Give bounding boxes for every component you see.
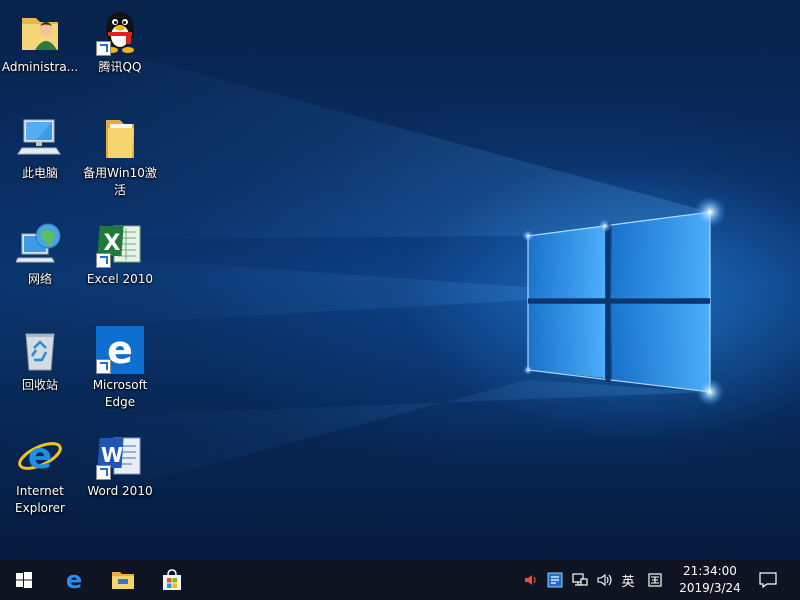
tray-app-icon xyxy=(547,572,563,588)
edge-icon: e xyxy=(66,568,82,592)
clock-date: 2019/3/24 xyxy=(679,581,741,595)
svg-text:e: e xyxy=(28,436,52,477)
volume-icon xyxy=(597,573,612,587)
edge-icon: e xyxy=(96,326,144,374)
desktop-icon-microsoft-edge[interactable]: e Microsoft Edge xyxy=(80,326,160,411)
desktop-icon-network[interactable]: 网络 xyxy=(0,220,80,288)
notification-icon xyxy=(759,572,777,588)
store-icon xyxy=(163,569,181,590)
taskbar-file-explorer-button[interactable] xyxy=(99,560,147,600)
desktop-icon-label: 此电脑 xyxy=(21,166,58,180)
internet-explorer-icon: e xyxy=(16,432,64,480)
file-explorer-icon xyxy=(112,572,134,589)
shortcut-arrow-icon xyxy=(96,465,111,480)
shortcut-arrow-icon xyxy=(96,41,111,56)
desktop-icon-word-2010[interactable]: W Word 2010 xyxy=(80,432,160,500)
desktop-icon-this-pc[interactable]: 此电脑 xyxy=(0,114,80,182)
desktop-icon-internet-explorer[interactable]: e Internet Explorer xyxy=(0,432,80,517)
network-icon xyxy=(15,220,64,268)
desktop-icon-label: 腾讯QQ xyxy=(98,60,142,74)
taskbar-store-button[interactable] xyxy=(148,560,196,600)
desktop-icon-label: Administra... xyxy=(1,60,79,74)
desktop-icon-recycle-bin[interactable]: 回收站 xyxy=(0,326,80,394)
qq-penguin-icon xyxy=(96,8,144,56)
desktop-icon-label: Microsoft Edge xyxy=(92,378,148,409)
tray-network-button[interactable] xyxy=(569,560,591,600)
shortcut-arrow-icon xyxy=(96,359,111,374)
svg-text:W: W xyxy=(101,443,123,467)
tray-volume-muted-button[interactable] xyxy=(520,560,542,600)
desktop-icon-label: 备用Win10激活 xyxy=(83,166,157,197)
desktop-icon-qq[interactable]: 腾讯QQ xyxy=(80,8,160,76)
ime-mode-icon xyxy=(648,573,662,587)
tray-volume-button[interactable] xyxy=(593,560,615,600)
excel-icon: X xyxy=(96,220,144,268)
desktop-icon-excel-2010[interactable]: X Excel 2010 xyxy=(80,220,160,288)
desktop[interactable]: Administra... 此电脑 网络 回收站 e Internet Expl… xyxy=(0,0,800,560)
tray-ime-language-button[interactable]: 英 xyxy=(617,560,639,600)
taskbar: e 英 21:34:00 2019/3/24 xyxy=(0,560,800,600)
desktop-icon-label: Word 2010 xyxy=(87,484,153,498)
tray-app-button[interactable] xyxy=(544,560,566,600)
computer-icon xyxy=(16,114,64,162)
user-folder-icon xyxy=(16,8,64,56)
desktop-icon-administrator[interactable]: Administra... xyxy=(0,8,80,76)
desktop-icon-label: 回收站 xyxy=(21,378,58,392)
folder-icon xyxy=(96,114,144,162)
desktop-icon-label: Excel 2010 xyxy=(86,272,154,286)
tray-ime-mode-button[interactable] xyxy=(644,560,666,600)
svg-text:e: e xyxy=(66,568,82,592)
network-icon xyxy=(572,573,588,586)
start-icon xyxy=(16,572,32,588)
desktop-icon-label: 网络 xyxy=(27,272,52,286)
clock-time: 21:34:00 xyxy=(683,564,737,578)
taskbar-clock[interactable]: 21:34:00 2019/3/24 xyxy=(672,560,748,600)
recycle-bin-icon xyxy=(16,326,64,374)
shortcut-arrow-icon xyxy=(96,253,111,268)
taskbar-edge-button[interactable]: e xyxy=(50,560,98,600)
start-button[interactable] xyxy=(0,560,48,600)
word-icon: W xyxy=(96,432,144,480)
action-center-button[interactable] xyxy=(752,560,784,600)
speaker-alert-icon xyxy=(525,575,536,585)
desktop-icon-win10-activation[interactable]: 备用Win10激活 xyxy=(80,114,160,199)
desktop-icon-label: Internet Explorer xyxy=(15,484,65,515)
